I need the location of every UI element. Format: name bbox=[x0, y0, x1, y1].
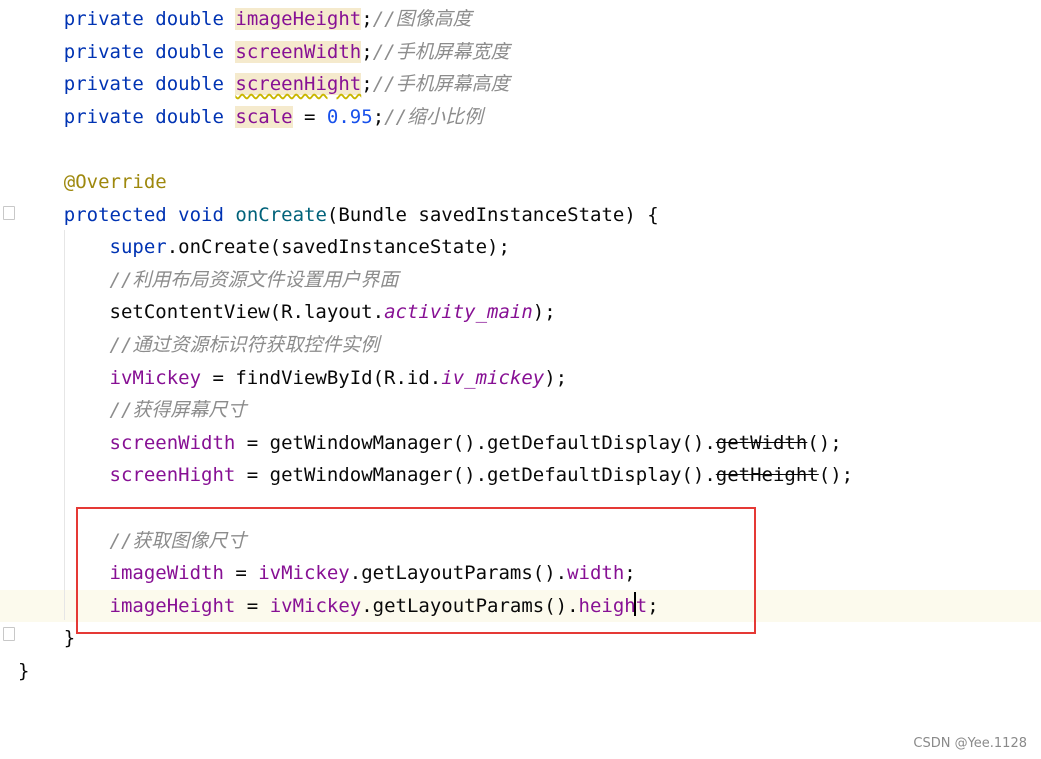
code-token: ); bbox=[532, 301, 556, 324]
code-line[interactable]: private double scale = 0.95;//缩小比例 bbox=[0, 101, 1041, 133]
code-token: private bbox=[63, 40, 144, 63]
code-token: ); bbox=[544, 366, 568, 389]
code-token: void bbox=[178, 203, 224, 226]
code-token: scale bbox=[235, 105, 293, 128]
annotation-highlight-box bbox=[76, 507, 756, 634]
text-caret bbox=[634, 592, 636, 616]
indent-guide bbox=[64, 230, 65, 620]
code-token: screenHight bbox=[235, 73, 362, 96]
code-token: (); bbox=[818, 464, 854, 487]
code-token: private bbox=[63, 105, 144, 128]
code-token: } bbox=[18, 627, 76, 650]
code-line[interactable]: protected void onCreate(Bundle savedInst… bbox=[0, 199, 1041, 231]
code-line[interactable]: private double screenHight;//手机屏幕高度 bbox=[0, 68, 1041, 100]
code-editor[interactable]: private double imageHeight;//图像高度 privat… bbox=[0, 0, 1041, 759]
code-token: //手机屏幕高度 bbox=[372, 73, 510, 96]
code-line[interactable] bbox=[0, 133, 1041, 165]
code-token: ivMickey bbox=[109, 366, 202, 389]
code-token: screenHight bbox=[109, 464, 236, 487]
code-line[interactable]: //获得屏幕尺寸 bbox=[0, 394, 1041, 426]
code-token: setContentView(R.layout. bbox=[109, 301, 385, 324]
code-token: //利用布局资源文件设置用户界面 bbox=[109, 268, 399, 291]
fold-marker-icon[interactable] bbox=[3, 206, 15, 220]
watermark: CSDN @Yee.1128 bbox=[913, 736, 1027, 751]
code-line[interactable]: private double imageHeight;//图像高度 bbox=[0, 3, 1041, 35]
code-token: getHeight bbox=[715, 464, 819, 487]
code-token: //通过资源标识符获取控件实例 bbox=[109, 334, 380, 356]
code-token: screenWidth bbox=[109, 431, 236, 454]
code-token: double bbox=[155, 40, 224, 63]
code-token: //获得屏幕尺寸 bbox=[109, 399, 247, 422]
code-line[interactable]: screenHight = getWindowManager().getDefa… bbox=[0, 459, 1041, 491]
code-line[interactable]: super.onCreate(savedInstanceState); bbox=[0, 231, 1041, 263]
code-token: protected bbox=[63, 203, 167, 226]
code-token: } bbox=[18, 660, 30, 682]
code-token: ; bbox=[361, 40, 373, 63]
code-line[interactable]: //利用布局资源文件设置用户界面 bbox=[0, 264, 1041, 296]
code-token: iv_mickey bbox=[441, 366, 545, 389]
code-line[interactable]: setContentView(R.layout.activity_main); bbox=[0, 296, 1041, 328]
code-token: .onCreate(savedInstanceState); bbox=[166, 236, 510, 259]
code-line[interactable]: //通过资源标识符获取控件实例 bbox=[0, 329, 1041, 361]
code-line[interactable]: } bbox=[0, 655, 1041, 687]
code-token: = getWindowManager().getDefaultDisplay()… bbox=[235, 431, 716, 454]
code-token: double bbox=[155, 73, 224, 96]
code-token: private bbox=[63, 73, 144, 96]
code-token: ; bbox=[361, 73, 373, 96]
code-token: //手机屏幕宽度 bbox=[372, 40, 510, 63]
fold-marker-icon[interactable] bbox=[3, 627, 15, 641]
code-line[interactable]: ivMickey = findViewById(R.id.iv_mickey); bbox=[0, 362, 1041, 394]
code-token: = findViewById(R.id. bbox=[201, 366, 442, 389]
code-token: (Bundle savedInstanceState) { bbox=[326, 203, 659, 226]
code-token: @Override bbox=[63, 171, 167, 193]
code-token: private bbox=[63, 8, 144, 30]
code-token: (); bbox=[807, 431, 842, 454]
code-line[interactable]: @Override bbox=[0, 166, 1041, 198]
code-token: ; bbox=[372, 105, 385, 128]
code-token: //缩小比例 bbox=[384, 105, 484, 128]
code-token: super bbox=[109, 236, 167, 259]
code-token: ; bbox=[361, 8, 373, 30]
code-token: imageHeight bbox=[235, 8, 362, 30]
code-token: //图像高度 bbox=[372, 8, 472, 30]
code-token: double bbox=[155, 105, 224, 128]
code-token: onCreate bbox=[235, 203, 327, 226]
code-token: = getWindowManager().getDefaultDisplay()… bbox=[235, 464, 716, 487]
code-token: activity_main bbox=[384, 301, 533, 324]
code-token: 0.95 bbox=[326, 105, 373, 128]
code-token: = bbox=[292, 105, 327, 128]
code-token: screenWidth bbox=[235, 40, 362, 63]
code-line[interactable]: screenWidth = getWindowManager().getDefa… bbox=[0, 427, 1041, 459]
code-token: double bbox=[155, 8, 224, 30]
code-line[interactable]: private double screenWidth;//手机屏幕宽度 bbox=[0, 36, 1041, 68]
code-token: getWidth bbox=[715, 431, 808, 454]
